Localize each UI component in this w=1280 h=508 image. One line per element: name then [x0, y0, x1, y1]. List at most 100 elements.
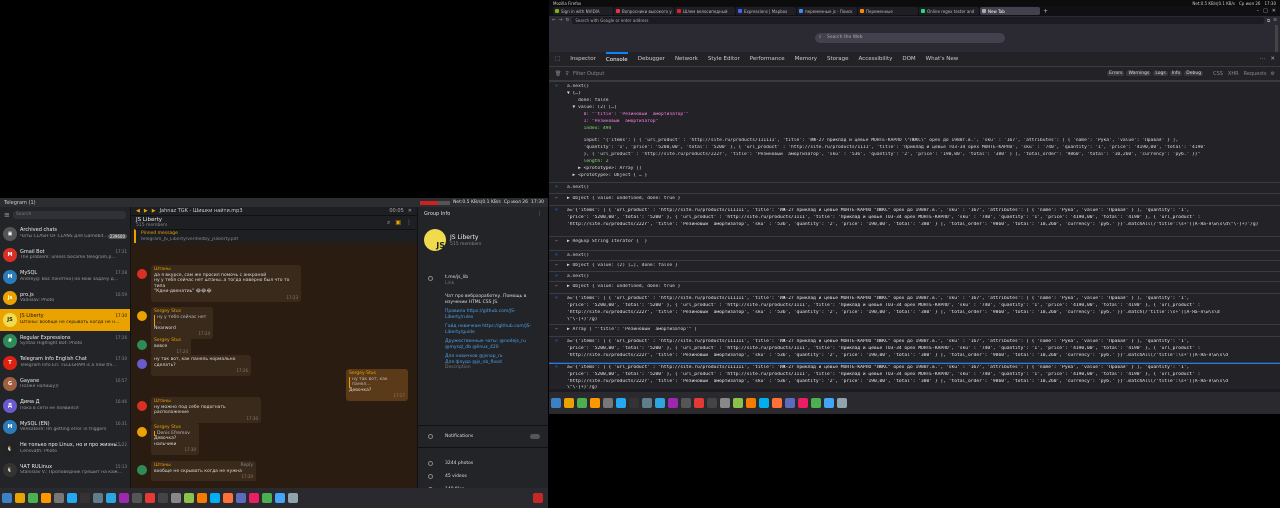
chrome-icon[interactable]	[28, 493, 38, 503]
browser-tab[interactable]: Sign in with NVIDIA	[553, 7, 613, 15]
settings-gear-icon[interactable]: ⚙	[1271, 71, 1275, 77]
sender-avatar[interactable]	[137, 311, 147, 321]
shared-videos[interactable]: 45 videos	[445, 474, 543, 480]
devtools-tab-debugger[interactable]: Debugger	[638, 52, 665, 67]
group-avatar[interactable]: JS	[424, 229, 446, 251]
blender-icon[interactable]	[746, 398, 756, 408]
pick-element-icon[interactable]: ⬚	[555, 56, 560, 62]
telegram-icon[interactable]	[106, 493, 116, 503]
message-bubble[interactable]: Sergey Stus вовсе 17:24	[151, 336, 191, 357]
devtools-tab-inspector[interactable]: Inspector	[570, 52, 596, 67]
play-icon[interactable]: ▶	[144, 208, 148, 214]
filter-logs-button[interactable]: Logs	[1153, 71, 1168, 76]
music-icon[interactable]	[145, 493, 155, 503]
sender-avatar[interactable]	[137, 401, 147, 411]
chrome-icon[interactable]	[577, 398, 587, 408]
chart-icon[interactable]	[733, 398, 743, 408]
filter-css-button[interactable]: CSS	[1213, 71, 1223, 77]
tools-icon[interactable]	[720, 398, 730, 408]
devtools-more-icon[interactable]: ⋯	[1260, 56, 1266, 62]
folder-icon[interactable]	[15, 493, 25, 503]
chart-icon[interactable]	[184, 493, 194, 503]
browser-tab[interactable]: Вопросники высокого у	[614, 7, 674, 15]
back-icon[interactable]: ←	[552, 18, 556, 23]
more-icon[interactable]: ⋮	[537, 211, 542, 217]
url-bar[interactable]: Search with Google or enter address	[572, 17, 1264, 24]
notifications-toggle[interactable]	[530, 434, 540, 439]
pen-icon[interactable]	[249, 493, 259, 503]
settings-icon[interactable]	[603, 398, 613, 408]
close-icon[interactable]: ✕	[1272, 8, 1276, 14]
podcast-icon[interactable]	[668, 398, 678, 408]
search-icon[interactable]: ⌕	[387, 219, 390, 227]
devtools-tab-style-editor[interactable]: Style Editor	[708, 52, 740, 67]
close-player-icon[interactable]: ✕	[408, 208, 412, 214]
sidebar-toggle-icon[interactable]: ▣	[395, 219, 401, 227]
chat-list-item[interactable]: G Gayane Позже напишу)) 16:57	[0, 374, 130, 396]
message-bubble[interactable]: ну так вот, как панель нормально сделать…	[151, 355, 251, 376]
browser-tab[interactable]: Шлем велосипедный	[675, 7, 735, 15]
filter-errors-button[interactable]: Errors	[1107, 71, 1125, 76]
chat-list-item[interactable]: M MySQL (EN) Venkatesh: Im getting error i…	[0, 417, 130, 439]
sender-avatar[interactable]	[137, 340, 147, 350]
sender-avatar[interactable]	[137, 269, 147, 279]
devtools-tab-memory[interactable]: Memory	[795, 52, 817, 67]
devtools-tab-performance[interactable]: Performance	[750, 52, 785, 67]
calc-icon[interactable]	[262, 493, 272, 503]
maximize-icon[interactable]: □	[1263, 8, 1268, 14]
web-search-input[interactable]: Search the Web	[815, 33, 1005, 43]
tools-icon[interactable]	[171, 493, 181, 503]
pen-icon[interactable]	[798, 398, 808, 408]
folder-icon[interactable]	[564, 398, 574, 408]
blender-icon[interactable]	[197, 493, 207, 503]
podcast-icon[interactable]	[119, 493, 129, 503]
chat-list-item[interactable]: M Gmail Bot The problem: unless became tel…	[0, 245, 130, 267]
browser-icon[interactable]	[772, 398, 782, 408]
files-icon[interactable]	[551, 398, 561, 408]
hamburger-menu-icon[interactable]: ≡	[1273, 18, 1277, 23]
mail-icon[interactable]	[681, 398, 691, 408]
group-link[interactable]: t.me/js_lib Link	[445, 275, 543, 286]
filter-input[interactable]: Filter Output	[573, 71, 604, 77]
chat-list-item[interactable]: M MySQL Andreyg: Вас понятно] на мою задач…	[0, 266, 130, 288]
prev-track-icon[interactable]: ◀	[136, 208, 140, 214]
monitor-icon[interactable]	[642, 398, 652, 408]
browser-tab[interactable]: Expressions | Mapbox	[736, 7, 796, 15]
disk-icon[interactable]	[236, 493, 246, 503]
filter-debug-button[interactable]: Debug	[1184, 71, 1204, 76]
filter-info-button[interactable]: Info	[1169, 71, 1183, 76]
message-bubble[interactable]: Штаны вообще не скрывать когда не нужна Re…	[151, 461, 256, 481]
sublime-icon[interactable]	[590, 398, 600, 408]
reply-label[interactable]: Reply	[241, 463, 253, 469]
terminal-icon[interactable]	[80, 493, 90, 503]
monitor-icon[interactable]	[93, 493, 103, 503]
list-icon[interactable]	[837, 398, 847, 408]
browser-icon[interactable]	[223, 493, 233, 503]
skype-icon[interactable]	[210, 493, 220, 503]
new-tab-icon[interactable]: +	[1043, 8, 1048, 15]
browser-tab[interactable]: Переменные	[858, 7, 918, 15]
devtools-tab-storage[interactable]: Storage	[827, 52, 849, 67]
shared-photos[interactable]: 3244 photos	[445, 461, 543, 467]
chat-list-item[interactable]: JS JS Liberty Штаны: вообще не скрывать ко…	[0, 309, 130, 331]
chat-list-item[interactable]: Д Дима Д Пока в сети не появился 16:46	[0, 395, 130, 417]
trash-icon[interactable]: 🗑	[555, 71, 561, 77]
message-bubble[interactable]: Sergey Stus Denis Efremov Девочка? нальчики…	[151, 423, 199, 455]
music-icon[interactable]	[694, 398, 704, 408]
chat-list-item[interactable]: 🐧 ЧАТ RULinux Stanislav V.: Проповедник гр…	[0, 460, 130, 482]
devtools-tab-what-s-new[interactable]: What's New	[926, 52, 959, 67]
chat-list-item[interactable]: T Telegram Info English Chat Telegram Info…	[0, 352, 130, 374]
settings-icon[interactable]	[54, 493, 64, 503]
terminal2-icon[interactable]	[158, 493, 168, 503]
mail-icon[interactable]	[132, 493, 142, 503]
calc-icon[interactable]	[811, 398, 821, 408]
forward-icon[interactable]: →	[559, 18, 563, 23]
sender-avatar[interactable]	[137, 359, 147, 369]
message-bubble[interactable]: Sergey Stus ну так вот, как панел… Девочка…	[346, 369, 408, 401]
terminal-icon[interactable]	[629, 398, 639, 408]
list-icon[interactable]	[288, 493, 298, 503]
pinned-message[interactable]: Pinned message telegram_JS_Liberty/verif…	[134, 229, 417, 243]
minimize-icon[interactable]: –	[1257, 8, 1260, 14]
chat-list-item[interactable]: 🐧 Не только про Linux, но и про жизнь… Cen…	[0, 438, 130, 460]
extensions-icon[interactable]: ⧉	[1267, 18, 1270, 24]
